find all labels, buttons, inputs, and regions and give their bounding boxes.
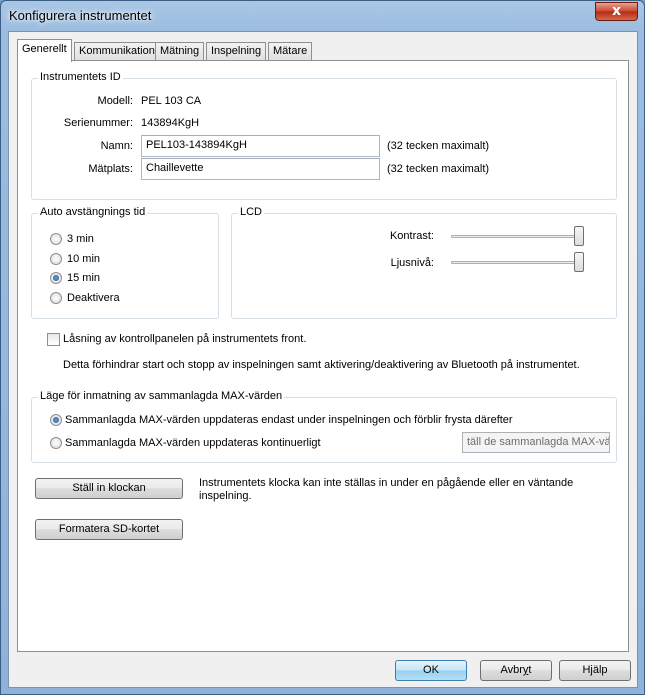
cancel-button[interactable]: Avbryt <box>480 660 552 681</box>
title-bar[interactable]: Konfigurera instrumentet x <box>1 1 644 31</box>
serial-value: 143894KgH <box>141 117 200 129</box>
auto-off-radio-10min[interactable] <box>50 253 62 265</box>
location-hint: (32 tecken maximalt) <box>387 163 490 175</box>
serial-label: Serienummer: <box>63 117 133 129</box>
auto-off-option-10min[interactable]: 10 min <box>67 253 100 265</box>
help-button[interactable]: Hjälp <box>559 660 631 681</box>
contrast-label: Kontrast: <box>389 230 434 242</box>
tab-matning[interactable]: Mätning <box>155 42 205 61</box>
name-label: Namn: <box>100 140 133 152</box>
instrument-id-group-label: Instrumentets ID <box>38 71 123 83</box>
lock-panel-label[interactable]: Låsning av kontrollpanelen på instrument… <box>63 333 306 345</box>
max-mode-option-frozen[interactable]: Sammanlagda MAX-värden uppdateras endast… <box>65 414 513 426</box>
location-field[interactable]: Chaillevette <box>141 158 380 180</box>
auto-off-radio-3min[interactable] <box>50 233 62 245</box>
auto-off-group: Auto avstängnings tid 3 min 10 min 15 mi… <box>31 206 219 319</box>
lock-panel-description: Detta förhindrar start och stopp av insp… <box>63 359 580 371</box>
window-title: Konfigurera instrumentet <box>9 8 152 23</box>
model-label: Modell: <box>97 95 133 107</box>
format-sd-button[interactable]: Formatera SD-kortet <box>35 519 183 540</box>
max-reset-field: täll de sammanlagda MAX-värd <box>462 432 610 453</box>
ok-button[interactable]: OK <box>395 660 467 681</box>
lcd-group-label: LCD <box>238 206 265 218</box>
cancel-label-post: t <box>528 664 532 676</box>
max-mode-group-label: Läge för inmatning av sammanlagda MAX-vä… <box>38 390 285 402</box>
brightness-slider-thumb[interactable] <box>574 252 584 272</box>
model-value: PEL 103 CA <box>141 95 202 107</box>
cancel-label-pre: Avbr <box>500 664 523 676</box>
dialog-client-area: Generellt Kommunikation Mätning Inspelni… <box>8 31 638 688</box>
tab-kommunikation[interactable]: Kommunikation <box>74 42 160 61</box>
brightness-slider-track[interactable] <box>451 261 581 264</box>
auto-off-option-3min[interactable]: 3 min <box>67 233 94 245</box>
instrument-id-group: Instrumentets ID Modell: PEL 103 CA Seri… <box>31 71 617 200</box>
name-field[interactable]: PEL103-143894KgH <box>141 135 380 157</box>
auto-off-radio-deaktivera[interactable] <box>50 292 62 304</box>
lcd-group: LCD Kontrast: Ljusnivå: <box>231 206 617 319</box>
max-mode-radio-frozen[interactable] <box>50 414 62 426</box>
tab-matare[interactable]: Mätare <box>268 42 313 61</box>
auto-off-radio-15min[interactable] <box>50 272 62 284</box>
tab-inspelning[interactable]: Inspelning <box>206 42 267 61</box>
tab-page-generellt: Instrumentets ID Modell: PEL 103 CA Seri… <box>17 60 629 652</box>
max-mode-option-continuous[interactable]: Sammanlagda MAX-värden uppdateras kontin… <box>65 437 321 449</box>
tab-generellt[interactable]: Generellt <box>17 39 72 62</box>
clock-note-line1: Instrumentets klocka kan inte ställas in… <box>199 477 574 489</box>
set-clock-button[interactable]: Ställ in klockan <box>35 478 183 499</box>
close-button[interactable]: x <box>595 2 638 21</box>
contrast-slider-thumb[interactable] <box>574 226 584 246</box>
name-hint: (32 tecken maximalt) <box>387 140 490 152</box>
auto-off-option-15min[interactable]: 15 min <box>67 272 100 284</box>
lock-panel-checkbox[interactable] <box>47 333 60 346</box>
auto-off-option-deaktivera[interactable]: Deaktivera <box>67 292 120 304</box>
clock-note-line2: inspelning. <box>199 490 252 502</box>
max-mode-radio-continuous[interactable] <box>50 437 62 449</box>
contrast-slider-track[interactable] <box>451 235 581 238</box>
brightness-label: Ljusnivå: <box>390 257 434 269</box>
dialog-window: Konfigurera instrumentet x Generellt Kom… <box>0 0 645 695</box>
auto-off-group-label: Auto avstängnings tid <box>38 206 148 218</box>
location-label: Mätplats: <box>88 163 133 175</box>
max-mode-group: Läge för inmatning av sammanlagda MAX-vä… <box>31 390 617 463</box>
